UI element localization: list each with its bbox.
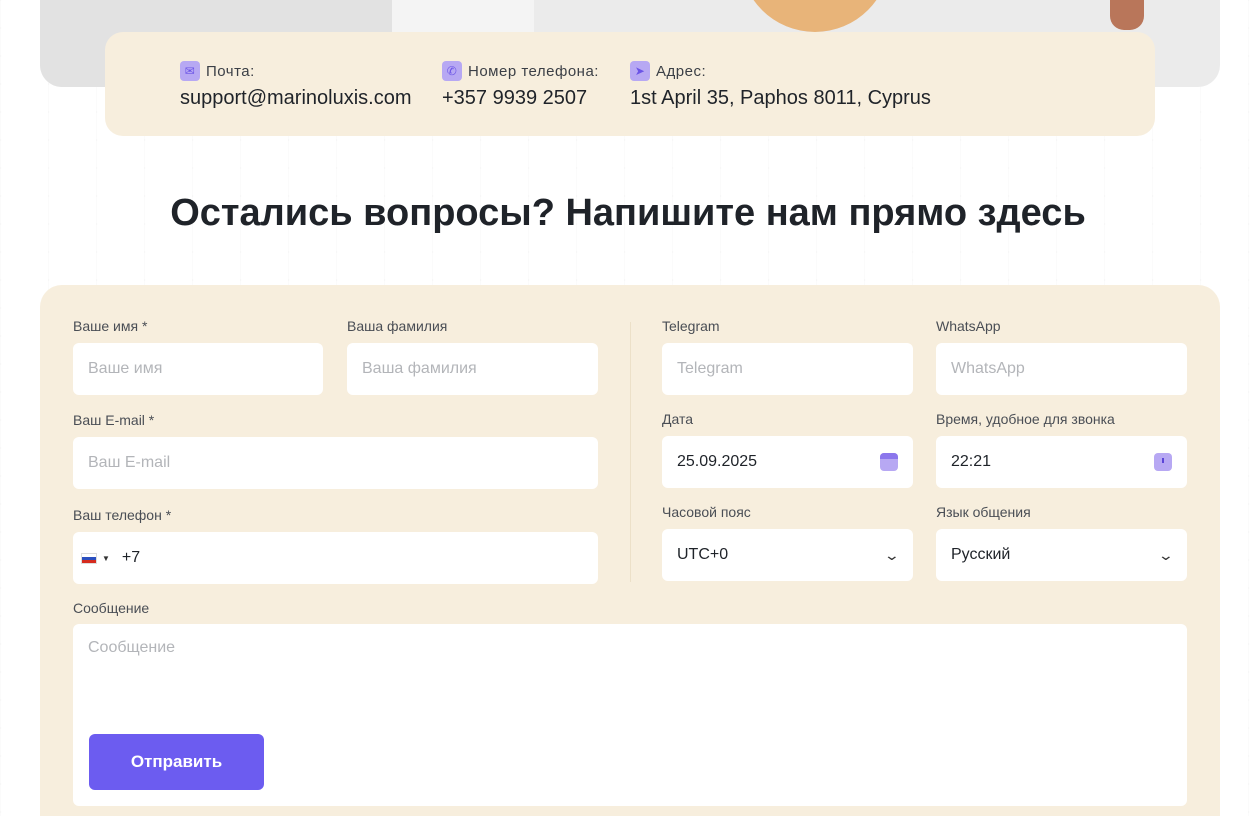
contact-phone-label-row: ✆ Номер телефона:	[442, 60, 599, 82]
whatsapp-input[interactable]	[936, 343, 1187, 395]
contact-email-label: Почта:	[206, 62, 255, 80]
first-name-input[interactable]	[73, 343, 323, 395]
contact-address-value: 1st April 35, Paphos 8011, Cyprus	[630, 87, 931, 109]
date-label: Дата	[662, 411, 694, 427]
date-value: 25.09.2025	[677, 453, 758, 470]
contact-phone-value[interactable]: +357 9939 2507	[442, 87, 599, 110]
telegram-input[interactable]	[662, 343, 913, 395]
message-input[interactable]	[73, 624, 1187, 724]
email-label: Ваш E-mail *	[73, 412, 155, 428]
date-field: Дата 25.09.2025	[662, 411, 913, 488]
contact-phone-label: Номер телефона:	[468, 62, 599, 80]
language-select[interactable]: Русский ⌄	[936, 529, 1187, 581]
time-value: 22:21	[951, 453, 992, 470]
calendar-icon[interactable]	[880, 453, 898, 471]
country-selector[interactable]: ▼	[81, 552, 110, 564]
message-label: Сообщение	[73, 600, 150, 616]
contact-email-label-row: ✉ Почта:	[180, 60, 412, 82]
telegram-label: Telegram	[662, 318, 720, 334]
timezone-value: UTC+0	[677, 546, 729, 563]
hero-figure	[740, 0, 890, 32]
russia-flag-icon	[81, 552, 97, 564]
time-field: Время, удобное для звонка 22:21	[936, 411, 1187, 488]
clock-icon[interactable]	[1154, 453, 1172, 471]
email-input[interactable]	[73, 437, 598, 489]
contact-info-card: ✉ Почта: support@marinoluxis.com ✆ Номер…	[105, 32, 1155, 136]
hero-figure	[1110, 0, 1144, 30]
chevron-down-icon: ⌄	[1157, 546, 1175, 563]
timezone-select[interactable]: UTC+0 ⌄	[662, 529, 913, 581]
contact-address: ➤ Адрес: 1st April 35, Paphos 8011, Cypr…	[630, 60, 931, 110]
timezone-field: Часовой пояс UTC+0 ⌄	[662, 504, 913, 581]
phone-value: +7	[121, 549, 141, 566]
chevron-down-icon: ⌄	[883, 546, 901, 563]
message-label-wrap: Сообщение	[73, 600, 149, 620]
date-input[interactable]: 25.09.2025	[662, 436, 913, 488]
column-divider	[630, 322, 631, 582]
contact-address-label: Адрес:	[656, 62, 707, 80]
language-label: Язык общения	[936, 504, 1031, 520]
whatsapp-label: WhatsApp	[936, 318, 1001, 334]
mail-icon: ✉	[180, 61, 200, 81]
phone-field: Ваш телефон * ▼ +7	[73, 507, 598, 584]
caret-down-icon: ▼	[102, 553, 110, 563]
language-field: Язык общения Русский ⌄	[936, 504, 1187, 581]
phone-input[interactable]: ▼ +7	[73, 532, 598, 584]
contact-email-value[interactable]: support@marinoluxis.com	[180, 87, 412, 110]
phone-icon: ✆	[442, 61, 462, 81]
language-value: Русский	[951, 546, 1011, 563]
submit-button[interactable]: Отправить	[89, 734, 264, 790]
last-name-field: Ваша фамилия	[347, 318, 598, 395]
last-name-input[interactable]	[347, 343, 598, 395]
contact-phone: ✆ Номер телефона: +357 9939 2507	[442, 60, 599, 110]
contact-email: ✉ Почта: support@marinoluxis.com	[180, 60, 412, 110]
first-name-field: Ваше имя *	[73, 318, 323, 395]
page-title: Остались вопросы? Напишите нам прямо зде…	[170, 192, 1086, 234]
contact-address-label-row: ➤ Адрес:	[630, 60, 931, 82]
location-icon: ➤	[630, 61, 650, 81]
phone-label: Ваш телефон *	[73, 507, 172, 523]
timezone-label: Часовой пояс	[662, 504, 751, 520]
message-field: Отправить	[73, 624, 1187, 806]
time-input[interactable]: 22:21	[936, 436, 1187, 488]
email-field: Ваш E-mail *	[73, 412, 598, 489]
first-name-label: Ваше имя *	[73, 318, 148, 334]
last-name-label: Ваша фамилия	[347, 318, 448, 334]
telegram-field: Telegram	[662, 318, 913, 395]
whatsapp-field: WhatsApp	[936, 318, 1187, 395]
contact-form: Ваше имя * Ваша фамилия Ваш E-mail * Ваш…	[40, 285, 1220, 816]
time-label: Время, удобное для звонка	[936, 411, 1115, 427]
